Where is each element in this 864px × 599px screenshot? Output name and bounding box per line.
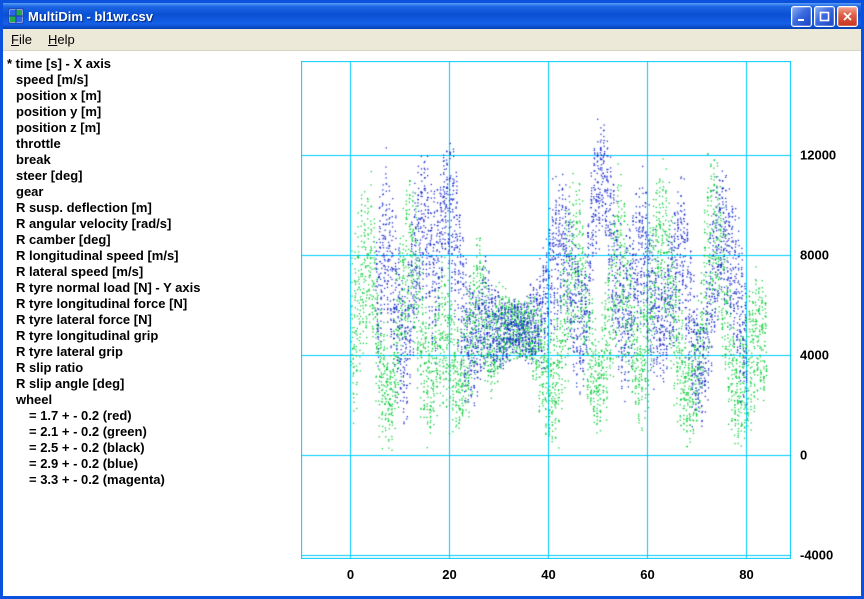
minimize-icon	[798, 18, 804, 21]
y-tick-label: 0	[800, 447, 808, 463]
variable-item[interactable]: * time [s] - X axis	[3, 56, 295, 72]
y-tick-label: 4000	[800, 347, 829, 363]
variable-item[interactable]: break	[3, 152, 295, 168]
menu-help-label: elp	[57, 32, 75, 47]
x-tick-label: 80	[739, 567, 754, 582]
variable-item[interactable]: R camber [deg]	[3, 232, 295, 248]
variable-item[interactable]: position y [m]	[3, 104, 295, 120]
variable-item[interactable]: steer [deg]	[3, 168, 295, 184]
maximize-button[interactable]	[814, 5, 835, 27]
variable-item[interactable]: = 2.1 + - 0.2 (green)	[3, 424, 295, 440]
variable-item[interactable]: R tyre longitudinal force [N]	[3, 296, 295, 312]
x-tick-label: 0	[346, 567, 355, 582]
app-window: MultiDim - bl1wr.csv File Help * time [s…	[0, 0, 864, 599]
variable-item[interactable]: R tyre lateral grip	[3, 344, 295, 360]
variable-item[interactable]: = 1.7 + - 0.2 (red)	[3, 408, 295, 424]
variable-item[interactable]: R tyre lateral force [N]	[3, 312, 295, 328]
variable-item[interactable]: = 3.3 + - 0.2 (magenta)	[3, 472, 295, 488]
variable-item[interactable]: gear	[3, 184, 295, 200]
window-title: MultiDim - bl1wr.csv	[28, 8, 153, 24]
menu-file-accelerator: F	[11, 32, 19, 47]
variable-item[interactable]: R slip ratio	[3, 360, 295, 376]
plot-area	[301, 61, 791, 559]
y-tick-label: 8000	[800, 247, 829, 263]
variable-item[interactable]: R slip angle [deg]	[3, 376, 295, 392]
variable-item[interactable]: throttle	[3, 136, 295, 152]
title-bar[interactable]: MultiDim - bl1wr.csv	[3, 3, 861, 29]
menu-bar: File Help	[3, 29, 861, 51]
close-button[interactable]	[837, 5, 858, 27]
main-content: * time [s] - X axis speed [m/s] position x…	[3, 51, 861, 596]
variable-item[interactable]: R lateral speed [m/s]	[3, 264, 295, 280]
variable-list: * time [s] - X axis speed [m/s] position x…	[3, 56, 295, 488]
x-tick-label: 40	[541, 567, 556, 582]
menu-item-file[interactable]: File	[3, 30, 40, 49]
variable-item[interactable]: position z [m]	[3, 120, 295, 136]
menu-help-accelerator: H	[47, 32, 58, 47]
app-icon	[8, 8, 24, 24]
maximize-icon	[819, 11, 830, 21]
variable-item[interactable]: R susp. deflection [m]	[3, 200, 295, 216]
variable-item[interactable]: R angular velocity [rad/s]	[3, 216, 295, 232]
variable-item[interactable]: R longitudinal speed [m/s]	[3, 248, 295, 264]
variable-item[interactable]: = 2.9 + - 0.2 (blue)	[3, 456, 295, 472]
minimize-button[interactable]	[791, 5, 812, 27]
menu-item-help[interactable]: Help	[40, 30, 83, 49]
variable-item[interactable]: position x [m]	[3, 88, 295, 104]
variable-item[interactable]: wheel	[3, 392, 295, 408]
variable-item[interactable]: R tyre normal load [N] - Y axis	[3, 280, 295, 296]
y-tick-label: -4000	[800, 547, 834, 563]
variable-item[interactable]: R tyre longitudinal grip	[3, 328, 295, 344]
close-icon	[843, 11, 852, 21]
variable-item[interactable]: = 2.5 + - 0.2 (black)	[3, 440, 295, 456]
chart-canvas	[301, 61, 791, 559]
x-tick-label: 60	[640, 567, 655, 582]
y-tick-label: 12000	[800, 147, 837, 163]
x-tick-label: 20	[442, 567, 457, 582]
menu-file-label: ile	[18, 32, 32, 47]
variable-item[interactable]: speed [m/s]	[3, 72, 295, 88]
